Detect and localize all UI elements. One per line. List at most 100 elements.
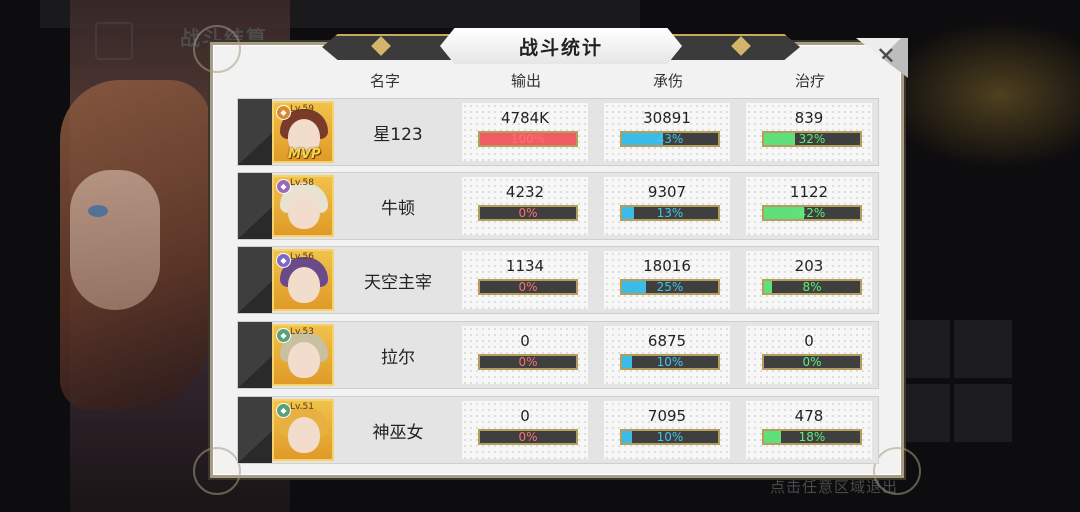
character-portrait[interactable]: ◆ Lv.58 — [272, 175, 334, 237]
stat-percent: 0% — [518, 355, 538, 369]
class-badge-icon: ◆ — [276, 253, 291, 268]
background-character-eye — [88, 205, 108, 217]
row-stripe — [238, 173, 272, 239]
stat-bar: 10% — [620, 354, 720, 370]
dialog-title: 战斗统计 — [440, 28, 682, 64]
player-row: ◆ Lv.51 神巫女 0 0% 7095 10% 478 18% — [237, 396, 879, 464]
stat-bar: 0% — [478, 205, 578, 221]
stat-value: 4232 — [505, 183, 545, 201]
stat-cell-damage-taken: 18016 25% — [604, 251, 730, 309]
stat-cell-healing: 0 0% — [746, 326, 872, 384]
stat-cell-output: 0 0% — [462, 326, 588, 384]
stat-percent: 42% — [798, 206, 826, 220]
stat-percent: 0% — [518, 280, 538, 294]
level-label: Lv.56 — [290, 252, 314, 262]
character-portrait[interactable]: ◆ Lv.59 MVP — [272, 101, 334, 163]
stat-value: 6875 — [647, 332, 687, 350]
character-portrait[interactable]: ◆ Lv.56 — [272, 249, 334, 311]
stat-percent: 25% — [656, 280, 684, 294]
column-header-output: 输出 — [510, 72, 541, 90]
stat-value: 0 — [520, 332, 530, 350]
corner-ornament — [193, 25, 241, 73]
row-stripe — [238, 397, 272, 463]
stat-bar: 0% — [478, 429, 578, 445]
stat-percent: 8% — [802, 280, 822, 294]
stat-value: 0 — [520, 407, 530, 425]
stat-percent: 32% — [798, 132, 826, 146]
stat-value: 478 — [794, 407, 824, 425]
row-stripe — [238, 99, 272, 165]
stat-value: 7095 — [647, 407, 687, 425]
stat-percent: 0% — [518, 206, 538, 220]
stat-cell-output: 1134 0% — [462, 251, 588, 309]
stat-bar: 0% — [762, 354, 862, 370]
background-glow — [880, 20, 1080, 170]
corner-ornament — [873, 447, 921, 495]
stat-percent: 18% — [798, 430, 826, 444]
stat-percent: 10% — [656, 355, 684, 369]
player-name: 神巫女 — [372, 422, 424, 443]
stat-cell-damage-taken: 7095 10% — [604, 401, 730, 459]
stat-percent: 0% — [518, 430, 538, 444]
title-banner: 战斗统计 — [322, 28, 800, 64]
character-portrait[interactable]: ◆ Lv.51 — [272, 399, 334, 461]
row-stripe — [238, 322, 272, 388]
stat-value: 0 — [804, 332, 814, 350]
stat-percent: 10% — [656, 430, 684, 444]
level-label: Lv.58 — [290, 178, 314, 188]
player-name: 天空主宰 — [364, 272, 432, 293]
stat-value: 203 — [794, 257, 824, 275]
level-label: Lv.51 — [290, 402, 314, 412]
stat-cell-healing: 839 32% — [746, 103, 872, 161]
player-row: ◆ Lv.58 牛顿 4232 0% 9307 13% 1122 42% — [237, 172, 879, 240]
stat-cell-healing: 1122 42% — [746, 177, 872, 235]
column-header-name: 名字 — [369, 72, 400, 90]
portrait-face — [288, 417, 320, 453]
stat-cell-damage-taken: 30891 43% — [604, 103, 730, 161]
stat-value: 9307 — [647, 183, 687, 201]
class-badge-icon: ◆ — [276, 105, 291, 120]
stat-cell-output: 4784K 100% — [462, 103, 588, 161]
character-portrait[interactable]: ◆ Lv.53 — [272, 324, 334, 386]
stat-cell-healing: 478 18% — [746, 401, 872, 459]
level-label: Lv.59 — [290, 104, 314, 114]
background-menu-icon — [95, 22, 133, 60]
stat-cell-healing: 203 8% — [746, 251, 872, 309]
stat-value: 1134 — [505, 257, 545, 275]
portrait-face — [288, 342, 320, 378]
stat-percent: 43% — [656, 132, 684, 146]
background-character-face — [70, 170, 160, 310]
mvp-badge: MVP — [288, 147, 321, 162]
stat-bar: 18% — [762, 429, 862, 445]
player-row: ◆ Lv.56 天空主宰 1134 0% 18016 25% 203 8% — [237, 246, 879, 314]
portrait-face — [288, 193, 320, 229]
stat-bar: 25% — [620, 279, 720, 295]
stat-percent: 0% — [802, 355, 822, 369]
stat-cell-damage-taken: 9307 13% — [604, 177, 730, 235]
portrait-face — [288, 267, 320, 303]
level-label: Lv.53 — [290, 327, 314, 337]
stat-cell-damage-taken: 6875 10% — [604, 326, 730, 384]
stat-value: 1122 — [789, 183, 829, 201]
stat-bar: 0% — [478, 354, 578, 370]
player-name: 星123 — [373, 124, 423, 145]
stat-bar: 32% — [762, 131, 862, 147]
background-tile — [954, 320, 1012, 378]
corner-ornament — [193, 447, 241, 495]
stat-bar: 0% — [478, 279, 578, 295]
class-badge-icon: ◆ — [276, 179, 291, 194]
stat-bar: 100% — [478, 131, 578, 147]
stat-bar: 43% — [620, 131, 720, 147]
stat-cell-output: 0 0% — [462, 401, 588, 459]
stat-percent: 100% — [510, 132, 546, 146]
background-tile — [954, 384, 1012, 442]
row-stripe — [238, 247, 272, 313]
stat-value: 839 — [794, 109, 824, 127]
column-header-healing: 治疗 — [794, 72, 825, 90]
player-row: ◆ Lv.59 MVP 星123 4784K 100% 30891 43% 839 32% — [237, 98, 879, 166]
stat-cell-output: 4232 0% — [462, 177, 588, 235]
class-badge-icon: ◆ — [276, 403, 291, 418]
player-name: 拉尔 — [381, 347, 415, 368]
stat-bar: 10% — [620, 429, 720, 445]
stat-value: 30891 — [643, 109, 691, 127]
